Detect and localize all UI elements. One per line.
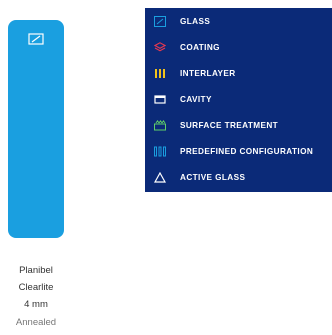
menu-item-interlayer[interactable]: INTERLAYER <box>145 60 332 86</box>
glass-brand: Planibel <box>19 265 53 276</box>
predefined-configuration-icon <box>153 144 167 158</box>
menu-item-coating[interactable]: COATING <box>145 34 332 60</box>
glass-icon <box>153 14 167 28</box>
surface-treatment-icon <box>153 118 167 132</box>
menu-item-label: ACTIVE GLASS <box>180 172 246 182</box>
interlayer-icon <box>153 66 167 80</box>
glass-product: Clearlite <box>18 282 54 293</box>
cavity-icon <box>153 92 167 106</box>
glass-treatment: Annealed <box>15 317 57 328</box>
menu-item-label: CAVITY <box>180 94 212 104</box>
menu-item-glass[interactable]: GLASS <box>145 8 332 34</box>
menu-item-label: INTERLAYER <box>180 68 236 78</box>
menu-item-active-glass[interactable]: ACTIVE GLASS <box>145 164 332 190</box>
component-menu: GLASS COATING INTERLAYER CAVITY SURFACE … <box>145 8 332 192</box>
active-glass-icon <box>153 170 167 184</box>
menu-item-cavity[interactable]: CAVITY <box>145 86 332 112</box>
glass-pane[interactable] <box>8 20 64 238</box>
menu-item-predefined-configuration[interactable]: PREDEFINED CONFIGURATION <box>145 138 332 164</box>
glass-icon <box>28 33 44 45</box>
menu-item-label: COATING <box>180 42 220 52</box>
glass-thickness: 4 mm <box>24 299 48 310</box>
menu-item-label: SURFACE TREATMENT <box>180 120 279 130</box>
menu-item-surface-treatment[interactable]: SURFACE TREATMENT <box>145 112 332 138</box>
menu-item-label: PREDEFINED CONFIGURATION <box>180 146 314 156</box>
coating-icon <box>153 40 167 54</box>
menu-item-label: GLASS <box>180 16 211 26</box>
